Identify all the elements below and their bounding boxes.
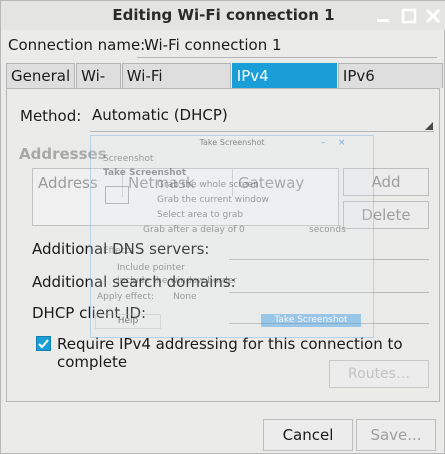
overlay-minimize-icon: – [321, 138, 326, 148]
tab-bar: General Wi-Fi Wi-Fi Security IPv4 Settin… [6, 63, 444, 109]
overlay-opt2: Grab the current window [157, 195, 269, 205]
monitor-icon [105, 186, 129, 204]
overlay-delay-label: Grab after a delay of [143, 225, 237, 235]
tab-ipv6-settings[interactable]: IPv6 Settings [337, 63, 444, 109]
overlay-close-icon: × [338, 138, 346, 148]
tab-wifi[interactable]: Wi-Fi [76, 63, 121, 109]
overlay-header: Screenshot [103, 154, 154, 164]
overlay-help-button: Help [95, 314, 161, 329]
overlay-sub: Take Screenshot [103, 168, 187, 178]
overlay-include-border: Include the window border [117, 276, 237, 286]
close-icon [425, 8, 441, 24]
method-value: Automatic (DHCP) [92, 106, 228, 124]
maximize-icon [401, 8, 417, 24]
minimize-button[interactable] [374, 7, 392, 25]
overlay-apply-effect-label: Apply effect: [97, 292, 155, 302]
tab-general[interactable]: General [6, 63, 76, 88]
overlay-include-pointer: Include pointer [117, 263, 185, 273]
tab-wifi-security[interactable]: Wi-Fi Security [121, 63, 231, 109]
dropdown-arrow-icon [425, 122, 433, 130]
close-button[interactable] [424, 7, 442, 25]
overlay-effects: Effects [103, 246, 134, 256]
overlay-take-button: Take Screenshot [261, 314, 361, 327]
overlay-delay-value: 0 [239, 225, 245, 235]
overlay-title: Take Screenshot [199, 138, 265, 147]
screenshot-overlay: Take Screenshot – × Screenshot Take Scre… [90, 135, 374, 338]
method-label: Method: [20, 107, 82, 125]
overlay-delay-unit: seconds [309, 225, 346, 235]
require-ipv4-checkbox[interactable] [36, 336, 51, 351]
routes-button[interactable]: Routes… [329, 360, 429, 388]
overlay-opt3: Select area to grab [157, 210, 244, 220]
maximize-button[interactable] [400, 7, 418, 25]
titlebar[interactable]: Editing Wi-Fi connection 1 [1, 1, 445, 30]
save-button[interactable]: Save... [356, 419, 436, 451]
tab-ipv4-settings[interactable]: IPv4 Settings [231, 63, 337, 109]
connection-name-input[interactable]: Wi-Fi connection 1 [137, 32, 437, 58]
minimize-icon [377, 19, 389, 22]
overlay-apply-effect-value: None [173, 292, 197, 302]
checkmark-icon [38, 339, 49, 349]
cancel-button[interactable]: Cancel [263, 419, 353, 451]
overlay-opt1: Grab the whole screen [157, 180, 259, 190]
method-select[interactable]: Automatic (DHCP) [90, 104, 434, 132]
dialog-window: Editing Wi-Fi connection 1 Connection na… [0, 0, 445, 454]
connection-name-label: Connection name: [8, 36, 146, 54]
